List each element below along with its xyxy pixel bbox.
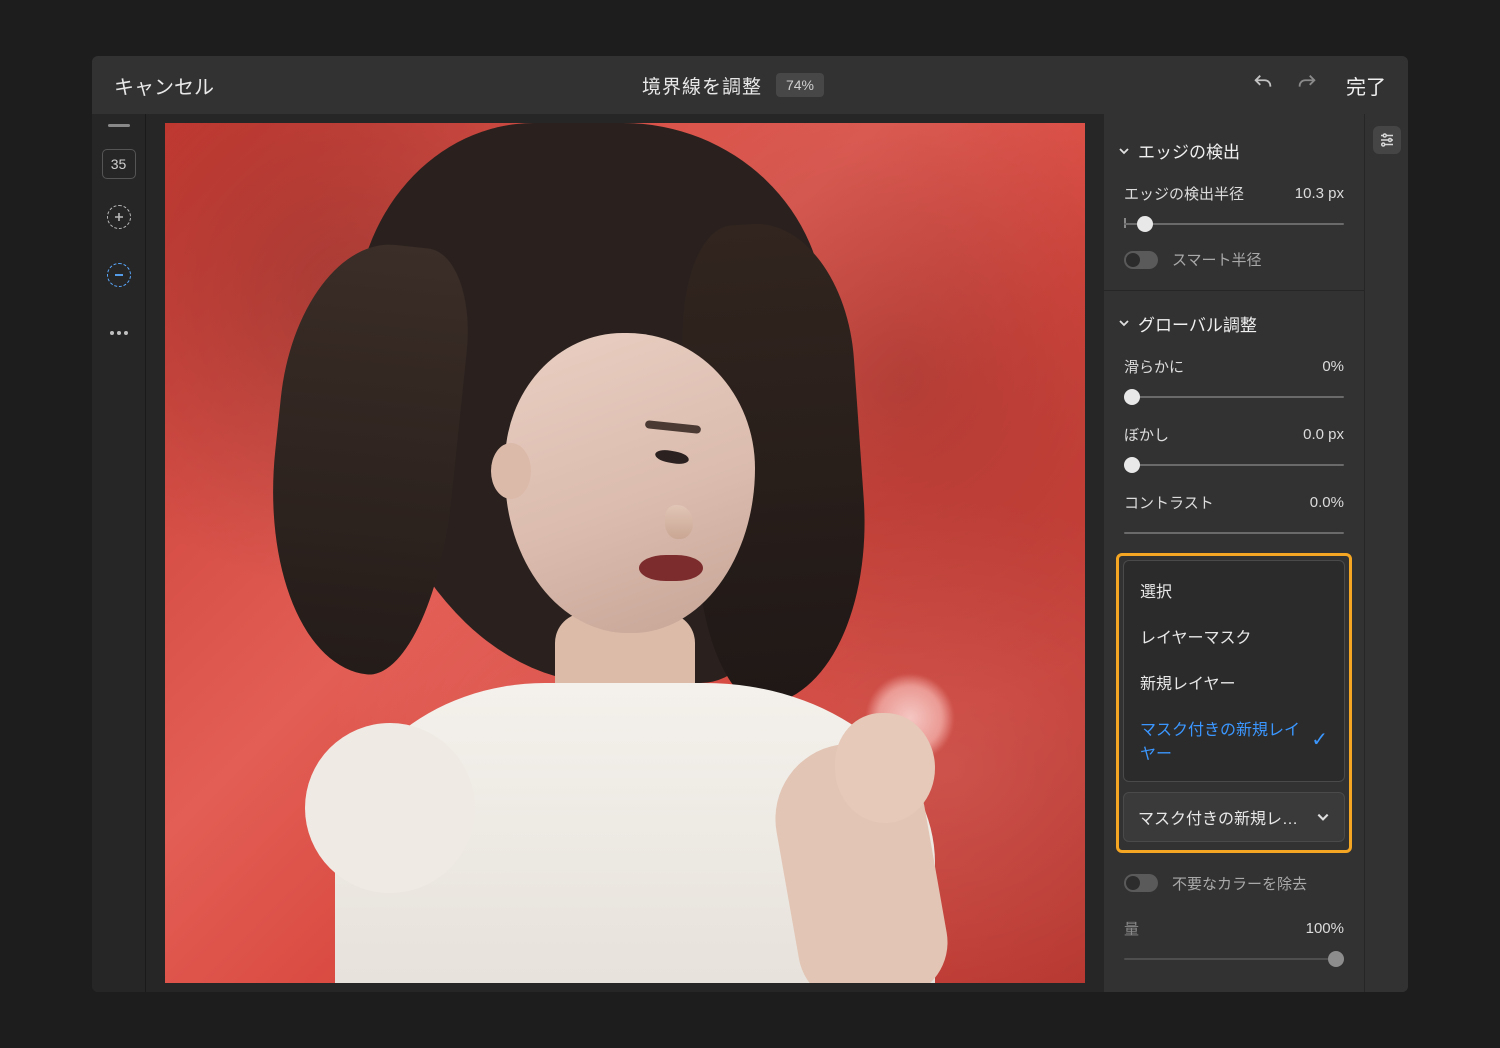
switch-off-icon — [1124, 251, 1158, 269]
smart-radius-label: スマート半径 — [1172, 249, 1262, 270]
sliders-icon — [1378, 131, 1396, 149]
section-title-label: エッジの検出 — [1138, 138, 1240, 163]
decontaminate-toggle[interactable]: 不要なカラーを除去 — [1104, 857, 1364, 908]
chevron-down-icon — [1118, 317, 1130, 329]
undo-redo-group — [1252, 72, 1318, 99]
decontaminate-label: 不要なカラーを除去 — [1172, 873, 1307, 894]
edge-radius-slider[interactable] — [1124, 214, 1344, 225]
edge-radius-label: エッジの検出半径 — [1124, 183, 1244, 204]
feather-row: ぼかし 0.0 px — [1104, 418, 1364, 447]
smooth-row: 滑らかに 0% — [1104, 350, 1364, 379]
contrast-slider[interactable] — [1124, 523, 1344, 534]
smooth-label: 滑らかに — [1124, 356, 1184, 377]
edge-radius-row: エッジの検出半径 10.3 px — [1104, 177, 1364, 206]
amount-label: 量 — [1124, 918, 1139, 939]
output-menu: 選択 レイヤーマスク 新規レイヤー マスク付きの新規レイヤー ✓ — [1123, 560, 1345, 782]
amount-row: 量 100% — [1104, 912, 1364, 941]
feather-slider[interactable] — [1124, 455, 1344, 466]
canvas-area[interactable] — [146, 114, 1104, 992]
smooth-slider[interactable] — [1124, 387, 1344, 398]
feather-value: 0.0 px — [1303, 426, 1344, 443]
check-icon: ✓ — [1311, 727, 1328, 752]
redo-button[interactable] — [1296, 72, 1318, 99]
output-dropdown[interactable]: マスク付きの新規レ… — [1123, 792, 1345, 842]
undo-button[interactable] — [1252, 72, 1274, 99]
zoom-badge[interactable]: 74% — [776, 73, 824, 97]
page-title: 境界線を調整 — [642, 72, 762, 99]
brush-size-button[interactable]: 35 — [102, 149, 136, 179]
section-title-label: グローバル調整 — [1138, 311, 1257, 336]
settings-button[interactable] — [1373, 126, 1401, 154]
output-option-selection[interactable]: 選択 — [1124, 567, 1344, 613]
smooth-value: 0% — [1322, 358, 1344, 375]
contrast-value: 0.0% — [1310, 494, 1344, 511]
more-tools-button[interactable] — [99, 313, 139, 353]
add-selection-tool[interactable] — [99, 197, 139, 237]
left-toolbar: 35 — [92, 114, 146, 992]
done-button[interactable]: 完了 — [1346, 71, 1386, 100]
edge-radius-value: 10.3 px — [1295, 185, 1344, 202]
section-edge-detection[interactable]: エッジの検出 — [1104, 130, 1364, 173]
header-center: 境界線を調整 74% — [642, 72, 824, 99]
output-option-layermask[interactable]: レイヤーマスク — [1124, 613, 1344, 659]
plus-circle-dashed-icon — [107, 205, 131, 229]
app-window: キャンセル 境界線を調整 74% 完了 35 — [92, 56, 1408, 992]
amount-value: 100% — [1306, 920, 1344, 937]
feather-label: ぼかし — [1124, 424, 1169, 445]
output-option-newlayer[interactable]: 新規レイヤー — [1124, 659, 1344, 705]
switch-off-icon — [1124, 874, 1158, 892]
photo-preview — [165, 123, 1085, 983]
settings-strip — [1364, 114, 1408, 992]
subtract-selection-tool[interactable] — [99, 255, 139, 295]
section-global-adjust[interactable]: グローバル調整 — [1104, 303, 1364, 346]
header-bar: キャンセル 境界線を調整 74% 完了 — [92, 56, 1408, 114]
output-dropdown-label: マスク付きの新規レ… — [1138, 805, 1298, 829]
chevron-down-icon — [1316, 810, 1330, 824]
right-panel: エッジの検出 エッジの検出半径 10.3 px スマート半径 — [1104, 114, 1364, 992]
cancel-button[interactable]: キャンセル — [114, 71, 214, 100]
output-highlight-box: 選択 レイヤーマスク 新規レイヤー マスク付きの新規レイヤー ✓ マスク付きの新… — [1116, 553, 1352, 853]
output-option-newlayer-mask[interactable]: マスク付きの新規レイヤー ✓ — [1124, 705, 1344, 775]
minus-circle-dashed-icon — [107, 263, 131, 287]
contrast-row: コントラスト 0.0% — [1104, 486, 1364, 515]
drag-handle-icon[interactable] — [108, 124, 130, 127]
smart-radius-toggle[interactable]: スマート半径 — [1104, 245, 1364, 284]
output-option-label: マスク付きの新規レイヤー — [1140, 716, 1311, 764]
chevron-down-icon — [1118, 145, 1130, 157]
contrast-label: コントラスト — [1124, 492, 1214, 513]
more-horizontal-icon — [110, 331, 128, 335]
amount-slider — [1124, 949, 1344, 960]
